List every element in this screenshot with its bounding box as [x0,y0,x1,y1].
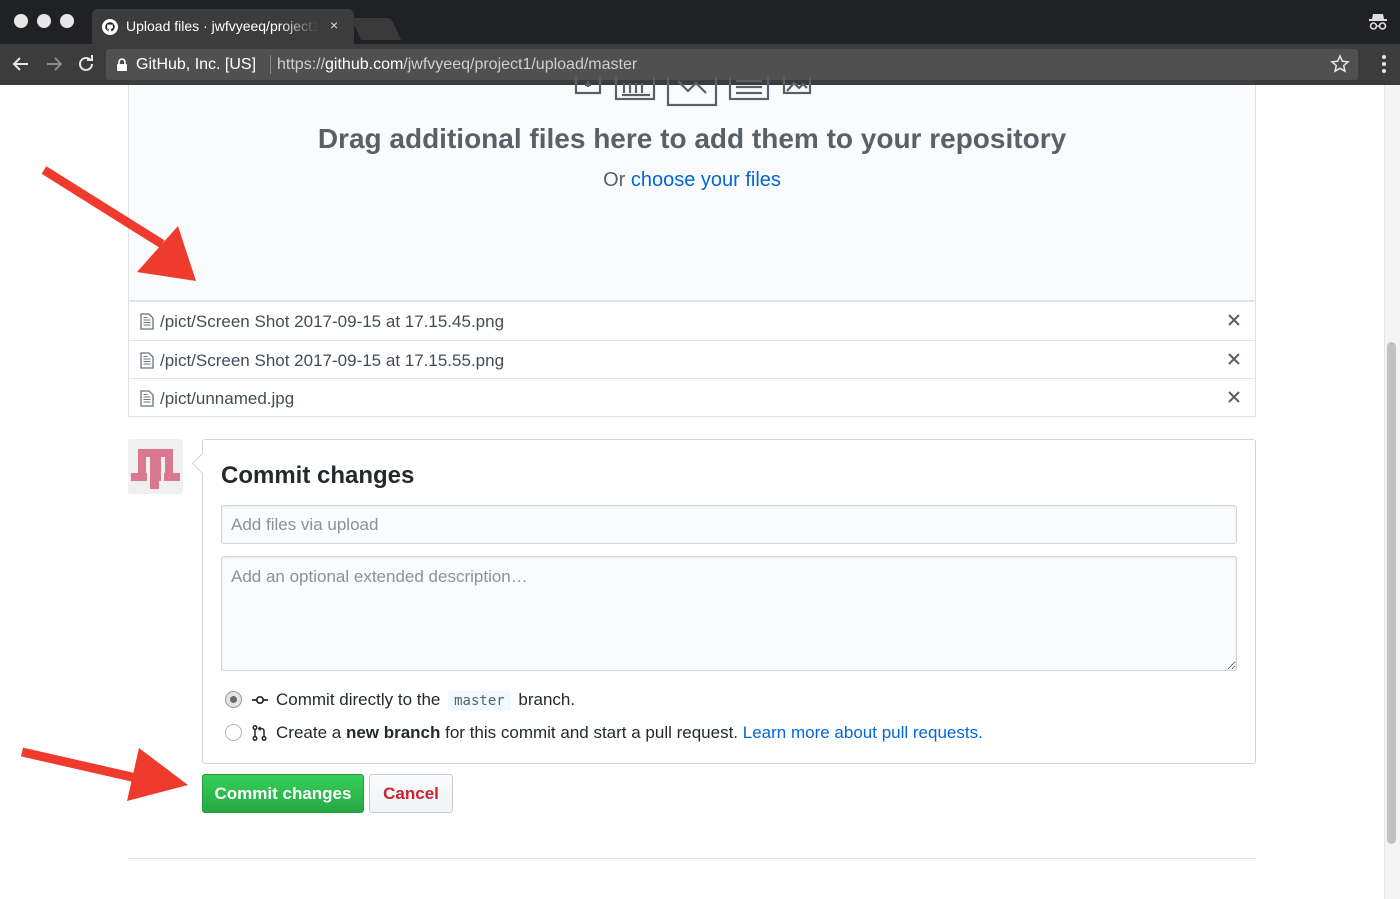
window-minimize-button[interactable] [37,14,51,28]
commit-direct-prefix: Commit directly to the [276,690,446,709]
tab-close-icon[interactable]: × [330,17,338,33]
remove-file-icon[interactable] [1225,388,1243,406]
new-branch-radio[interactable] [225,724,242,741]
url-path: /jwfvyeeq/project1/upload/master [403,56,638,73]
file-icon [140,313,154,330]
file-name: /pict/Screen Shot 2017-09-15 at 17.15.55… [160,351,505,370]
new-branch-prefix: Create a [276,723,346,742]
commit-form-title: Commit changes [221,462,415,489]
remove-file-icon[interactable] [1225,350,1243,368]
commit-direct-option[interactable]: Commit directly to the master branch. [225,689,585,711]
git-commit-icon [252,695,268,705]
footer-divider [128,858,1256,859]
branch-name: master [448,691,511,711]
choose-files-link[interactable]: choose your files [631,169,781,191]
file-name: /pict/Screen Shot 2017-09-15 at 17.15.45… [160,312,505,331]
incognito-icon [1369,14,1387,30]
avatar[interactable] [128,439,183,494]
bookmark-star-icon[interactable] [1330,54,1350,74]
pull-request-icon [252,725,267,741]
lock-icon [117,58,127,71]
file-types-icon [574,77,812,107]
uploaded-file-list: /pict/Screen Shot 2017-09-15 at 17.15.45… [128,301,1256,417]
back-arrow-icon[interactable] [10,53,32,75]
window-zoom-button[interactable] [60,14,74,28]
remove-file-icon[interactable] [1225,311,1243,329]
browser-titlebar: Upload files · jwfvyeeq/project1 × [0,0,1400,44]
forward-arrow-icon[interactable] [43,53,65,75]
identicon-icon [131,449,180,489]
file-icon [140,352,154,369]
file-row: /pict/Screen Shot 2017-09-15 at 17.15.55… [129,340,1255,378]
github-favicon-icon [102,19,118,35]
file-row: /pict/Screen Shot 2017-09-15 at 17.15.45… [129,302,1255,340]
annotation-arrow-commit-button [21,747,188,801]
window-close-button[interactable] [14,14,28,28]
commit-description-textarea[interactable] [221,556,1237,671]
commit-direct-label: Commit directly to the master branch. [276,690,576,711]
commit-form: Commit changes Commit directly to the ma… [202,439,1256,764]
url-host: github.com [325,56,404,73]
commit-summary-input[interactable] [221,505,1237,544]
commit-changes-button[interactable]: Commit changes [202,774,364,813]
cancel-button[interactable]: Cancel [369,774,453,813]
file-icon [140,390,154,407]
new-tab-button[interactable] [350,18,402,40]
browser-tab[interactable]: Upload files · jwfvyeeq/project1 × [92,9,354,44]
commit-direct-suffix: branch. [513,690,576,709]
drop-zone-title: Drag additional files here to add them t… [317,123,1067,154]
file-drop-zone[interactable]: Drag additional files here to add them t… [128,77,1256,301]
address-bar[interactable]: GitHub, Inc. [US] https://github.com/jwf… [106,49,1358,80]
page-scrollbar-thumb[interactable] [1387,342,1396,844]
new-branch-label: Create a new branch for this commit and … [276,723,983,743]
new-branch-option[interactable]: Create a new branch for this commit and … [225,722,985,744]
url-scheme: https:// [277,56,326,73]
url-text[interactable]: https://github.com/jwfvyeeq/project1/upl… [277,56,637,74]
new-branch-bold: new branch [345,723,441,742]
new-branch-suffix: for this commit and start a pull request… [440,723,743,742]
file-row: /pict/unnamed.jpg [129,378,1255,416]
commit-direct-radio[interactable] [225,691,242,708]
file-name: /pict/unnamed.jpg [160,389,295,408]
browser-menu-icon[interactable] [1382,54,1386,74]
tab-title: Upload files · jwfvyeeq/project1 [126,18,318,34]
drop-zone-or-text: Or [603,169,631,191]
address-separator [270,55,271,74]
drop-zone-subtitle: Or choose your files [129,169,1255,192]
reload-icon[interactable] [75,53,97,75]
site-identity[interactable]: GitHub, Inc. [US] [136,56,256,74]
learn-pull-requests-link[interactable]: Learn more about pull requests. [743,723,983,742]
